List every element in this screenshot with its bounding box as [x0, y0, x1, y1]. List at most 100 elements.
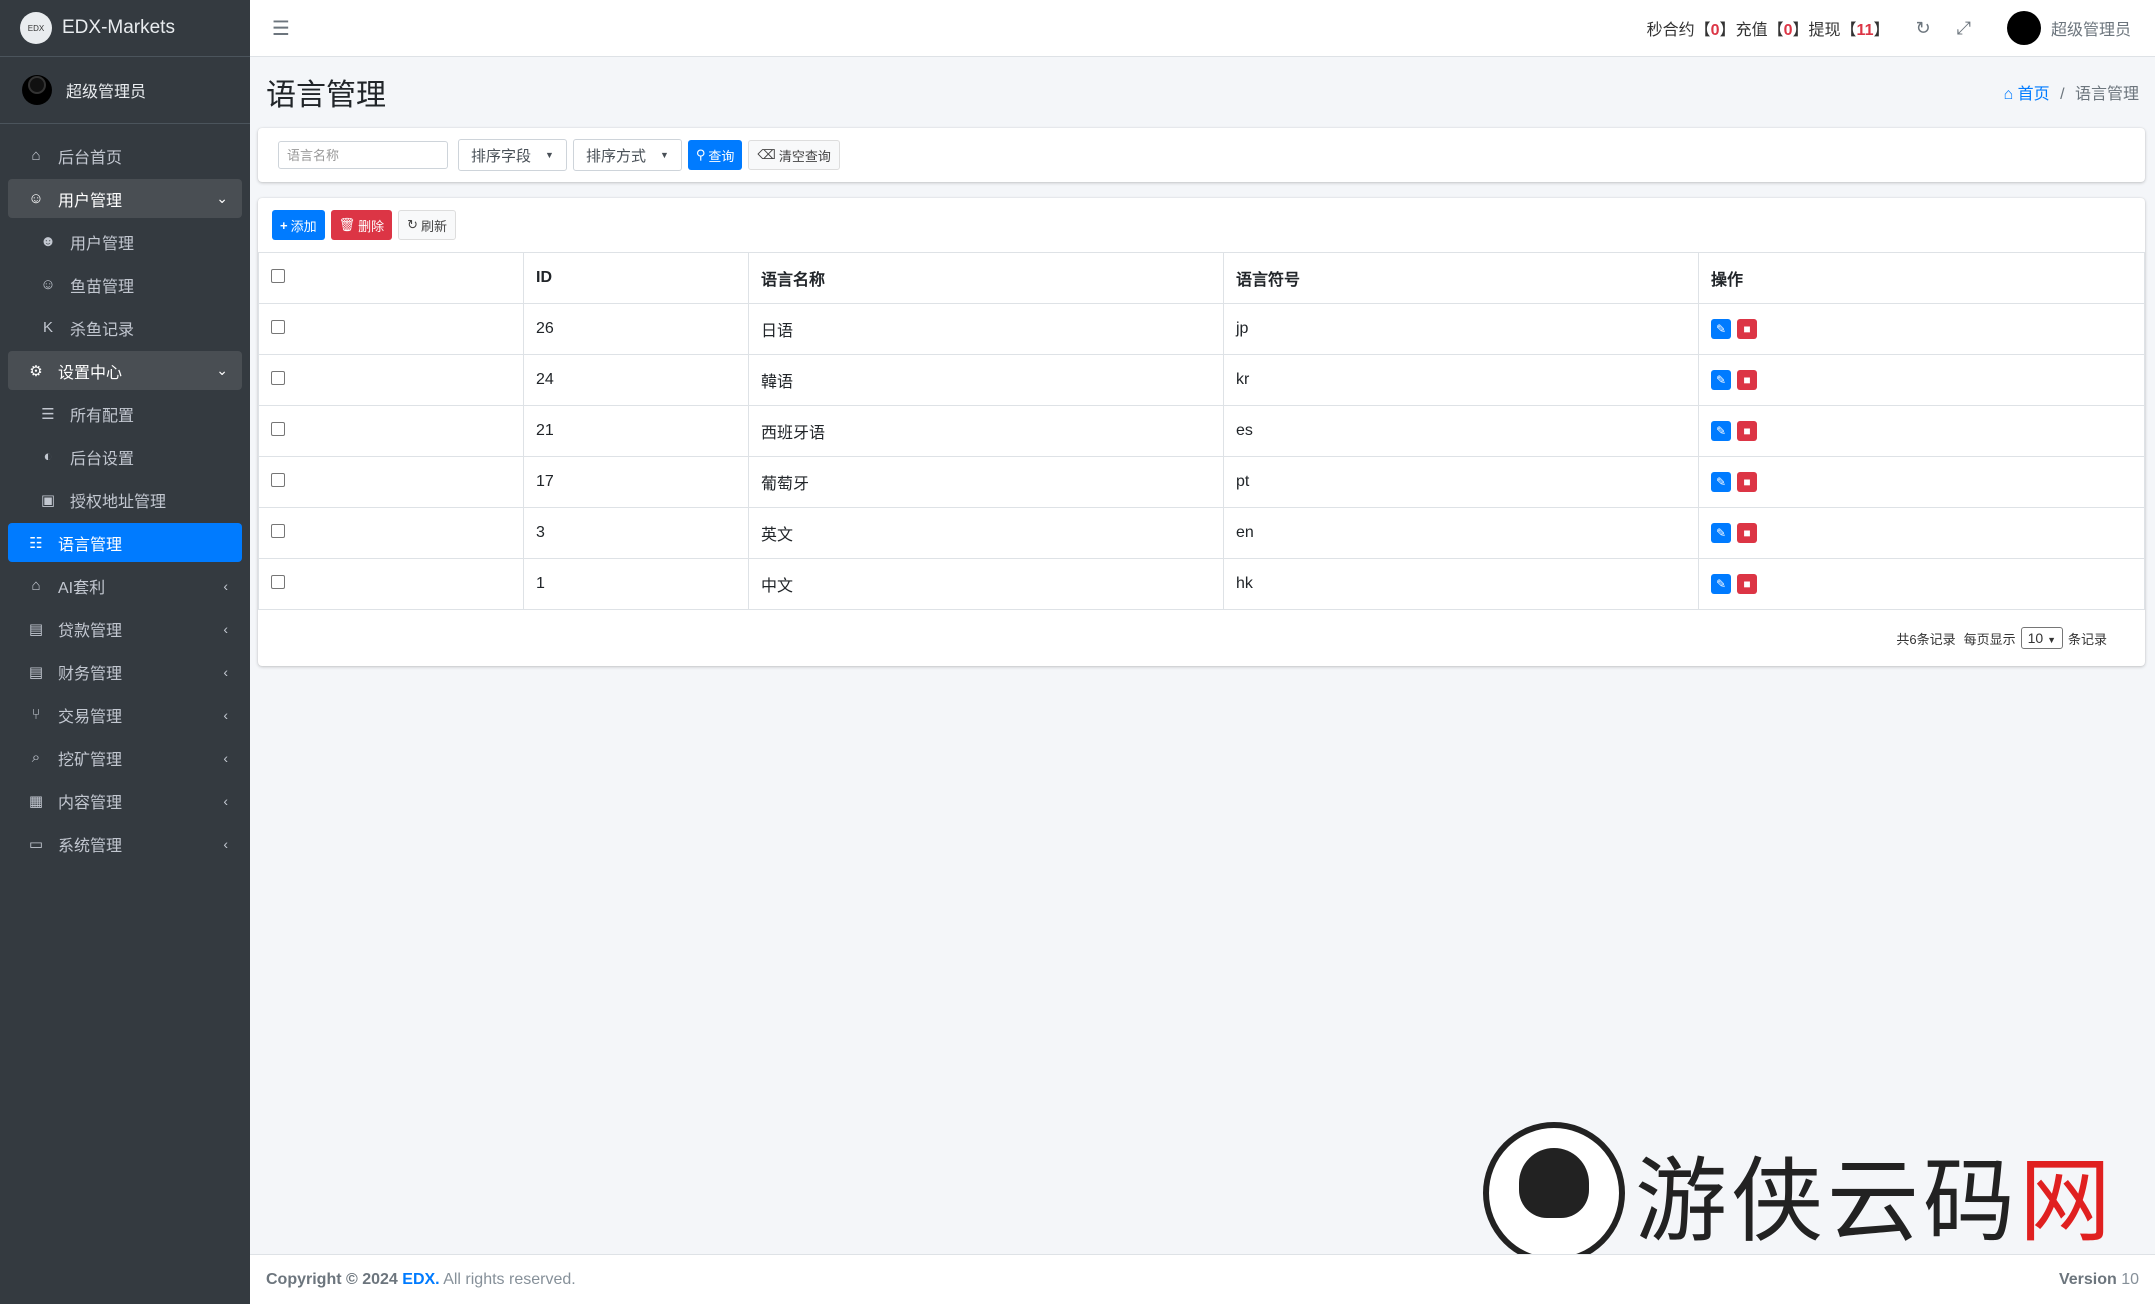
main-content: 语言管理 ⌂ 首页 / 语言管理 语言名称 排序字段 ▼ 排序方式 ▼ ⚲ 查询 ⌫ 清… — [258, 56, 2145, 666]
sidebar-item[interactable]: ⌂ 后台首页 — [8, 136, 242, 175]
clear-query-button[interactable]: ⌫ 清空查询 — [748, 140, 840, 170]
sidebar-item-label: 所有配置 — [70, 407, 135, 425]
rights-text: All rights reserved. — [443, 1270, 576, 1288]
table-row[interactable]: 17 葡萄牙 pt ✎ ■ — [258, 456, 2145, 508]
sidebar-item[interactable]: ▣ 授权地址管理 — [8, 480, 242, 519]
refresh-button[interactable]: ↻ 刷新 — [398, 210, 457, 240]
refresh-icon[interactable]: ↻ — [1915, 18, 1930, 39]
version: Version 10 — [2059, 1271, 2139, 1289]
table-row[interactable]: 24 韓语 kr ✎ ■ — [258, 354, 2145, 406]
select-value: 排序字段 — [471, 147, 532, 165]
menu-toggle-icon[interactable]: ☰ — [272, 16, 290, 41]
stat-label: 秒合约 — [1646, 22, 1695, 39]
per-page-suffix: 条记录 — [2067, 631, 2107, 647]
trash-icon[interactable]: ■ — [1737, 421, 1757, 441]
name-cell: 韓语 — [748, 354, 1224, 406]
stat-label: 充值 — [1735, 22, 1768, 39]
trash-icon[interactable]: ■ — [1737, 319, 1757, 339]
list-icon: ☰ — [41, 405, 55, 423]
column-header[interactable]: 语言名称 — [748, 252, 1224, 304]
column-header[interactable]: ID — [523, 252, 749, 304]
chevron-left-icon: ‹ — [223, 835, 228, 852]
table-row[interactable]: 1 中文 hk ✎ ■ — [258, 558, 2145, 610]
trash-icon[interactable]: ■ — [1737, 370, 1757, 390]
sidebar-item[interactable]: ☻ 用户管理 — [8, 222, 242, 261]
button-label: 删除 — [358, 218, 385, 234]
total-records: 共6条记录 — [1896, 631, 1956, 647]
fullscreen-icon[interactable]: ⤢ — [1957, 18, 1971, 39]
actions-cell: ✎ ■ — [1698, 456, 2145, 508]
withdraw-stat[interactable]: 提现【11】 — [1809, 16, 1890, 40]
select-all-cell — [258, 252, 524, 304]
select-all-checkbox[interactable] — [271, 268, 285, 283]
breadcrumb-home[interactable]: ⌂ 首页 — [2003, 86, 2049, 103]
row-checkbox[interactable] — [271, 370, 285, 385]
sidebar-item[interactable]: ☺ 鱼苗管理 — [8, 265, 242, 304]
sidebar-item[interactable]: ☰ 所有配置 — [8, 394, 242, 433]
row-checkbox[interactable] — [271, 319, 285, 334]
edit-icon[interactable]: ✎ — [1711, 472, 1731, 492]
sidebar-item[interactable]: K 杀鱼记录 — [8, 308, 242, 347]
edit-icon[interactable]: ✎ — [1711, 574, 1731, 594]
sidebar-item[interactable]: ◐ 后台设置 — [8, 437, 242, 476]
row-checkbox[interactable] — [271, 421, 285, 436]
symbol-cell: es — [1223, 405, 1699, 457]
brand-logo: EDX — [20, 12, 52, 44]
users-icon: ☺ — [40, 276, 56, 293]
trash-icon[interactable]: ■ — [1737, 574, 1757, 594]
sidebar-item[interactable]: ⑂ 交易管理 ‹ — [8, 695, 242, 734]
edit-icon[interactable]: ✎ — [1711, 319, 1731, 339]
sidebar-item[interactable]: ☺ 用户管理 ⌄ — [8, 179, 242, 218]
eraser-icon: ⌫ — [757, 147, 776, 162]
stat-value: 11 — [1856, 22, 1874, 39]
topbar-user-name[interactable]: 超级管理员 — [2051, 16, 2131, 40]
brand[interactable]: EDX EDX-Markets — [0, 0, 250, 57]
table-row[interactable]: 21 西班牙语 es ✎ ■ — [258, 405, 2145, 457]
row-checkbox[interactable] — [271, 574, 285, 589]
edit-icon[interactable]: ✎ — [1711, 523, 1731, 543]
per-page-select[interactable]: 10 ▼ — [2020, 627, 2063, 649]
user-panel[interactable]: 超级管理员 — [0, 57, 250, 124]
symbol-cell: pt — [1223, 456, 1699, 508]
id-cell: 1 — [523, 558, 749, 610]
column-header[interactable]: 语言符号 — [1223, 252, 1699, 304]
table-card: + 添加 🗑 删除 ↻ 刷新 ID 语言名称 语言符号 操作 26 日语 jp ✎ ■ 24 韓语… — [258, 198, 2145, 666]
sidebar-item[interactable]: ⌂ AI套利 ‹ — [8, 566, 242, 605]
add-button[interactable]: + 添加 — [272, 210, 325, 240]
table-row[interactable]: 3 英文 en ✎ ■ — [258, 507, 2145, 559]
sidebar-item[interactable]: ⌕ 挖矿管理 ‹ — [8, 738, 242, 777]
table-row[interactable]: 26 日语 jp ✎ ■ — [258, 303, 2145, 355]
seconds-contract-stat[interactable]: 秒合约【0】 — [1647, 16, 1736, 40]
trash-icon[interactable]: ■ — [1737, 523, 1757, 543]
edit-icon[interactable]: ✎ — [1711, 370, 1731, 390]
cogs-icon: ⚙ — [29, 362, 43, 380]
sidebar-item[interactable]: ⚙ 设置中心 ⌄ — [8, 351, 242, 390]
home-icon: ⌂ — [31, 147, 41, 164]
actions-cell: ✎ ■ — [1698, 405, 2145, 457]
breadcrumb-home-label: 首页 — [2017, 86, 2050, 103]
sidebar-item[interactable]: ▦ 内容管理 ‹ — [8, 781, 242, 820]
language-name-input[interactable]: 语言名称 — [278, 141, 448, 169]
sort-field-select[interactable]: 排序字段 ▼ — [458, 139, 567, 171]
edit-icon[interactable]: ✎ — [1711, 421, 1731, 441]
row-checkbox[interactable] — [271, 523, 285, 538]
sidebar-item[interactable]: ▭ 系统管理 ‹ — [8, 824, 242, 863]
actions-cell: ✎ ■ — [1698, 558, 2145, 610]
avatar[interactable] — [2006, 11, 2041, 45]
delete-button[interactable]: 🗑 删除 — [330, 210, 393, 240]
row-checkbox[interactable] — [271, 472, 285, 487]
recharge-stat[interactable]: 充值【0】 — [1736, 16, 1809, 40]
name-cell: 中文 — [748, 558, 1224, 610]
footer-brand-link[interactable]: EDX. — [402, 1271, 439, 1288]
sort-order-select[interactable]: 排序方式 ▼ — [572, 139, 682, 171]
watermark-logo — [1482, 1122, 1625, 1264]
sidebar-item[interactable]: ☷ 语言管理 — [8, 523, 242, 562]
chevron-down-icon: ⌄ — [216, 190, 228, 206]
watermark: 游侠云码网 — [1482, 1122, 2115, 1264]
sidebar-item[interactable]: ▤ 贷款管理 ‹ — [8, 609, 242, 648]
trash-icon[interactable]: ■ — [1737, 472, 1757, 492]
sidebar-item[interactable]: ▤ 财务管理 ‹ — [8, 652, 242, 691]
chevron-left-icon: ‹ — [223, 706, 228, 723]
query-button[interactable]: ⚲ 查询 — [687, 140, 743, 170]
search-icon: ⚲ — [695, 147, 706, 162]
